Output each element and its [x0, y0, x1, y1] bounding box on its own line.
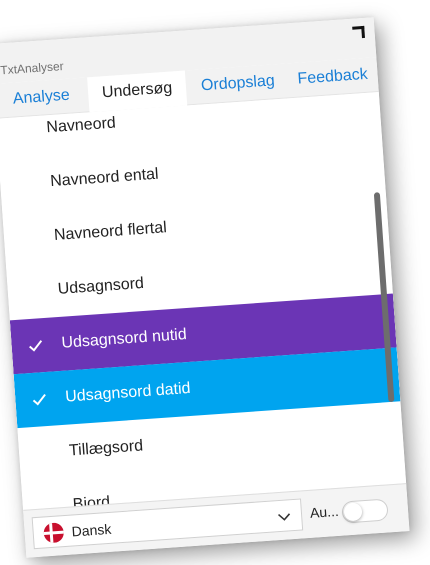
- tab-analyse[interactable]: Analyse: [0, 78, 85, 118]
- stage: TxtAnalyser Analyse Undersøg Ordopslag F…: [0, 0, 430, 565]
- list-item-label: Udsagnsord nutid: [60, 326, 188, 352]
- language-select[interactable]: Dansk: [31, 498, 304, 550]
- auto-toggle[interactable]: [341, 498, 389, 524]
- tab-ordopslag[interactable]: Ordopslag: [189, 64, 287, 105]
- list-item-label: Navneord ental: [49, 165, 160, 191]
- list-item-label: Udsagnsord: [57, 274, 145, 298]
- word-class-list: Navneord Navneord ental Navneord flertal…: [0, 92, 407, 511]
- checkmark-icon: [32, 393, 46, 406]
- txtanalyser-panel: TxtAnalyser Analyse Undersøg Ordopslag F…: [0, 17, 410, 558]
- chevron-down-icon: [278, 513, 291, 521]
- denmark-flag-icon: [43, 522, 65, 544]
- tab-feedback[interactable]: Feedback: [289, 57, 377, 97]
- list-item-label: Navneord: [45, 114, 117, 137]
- list-item-label: Tillægsord: [68, 437, 144, 460]
- checkmark-icon: [29, 340, 43, 352]
- list-item-label: Udsagnsord datid: [64, 379, 192, 406]
- auto-label: Au...: [309, 502, 340, 521]
- list-item-label: Navneord flertal: [53, 219, 168, 245]
- app-title: TxtAnalyser: [0, 58, 65, 78]
- language-label: Dansk: [71, 520, 112, 540]
- corner-bracket-icon[interactable]: [352, 25, 365, 39]
- toggle-knob: [343, 502, 363, 522]
